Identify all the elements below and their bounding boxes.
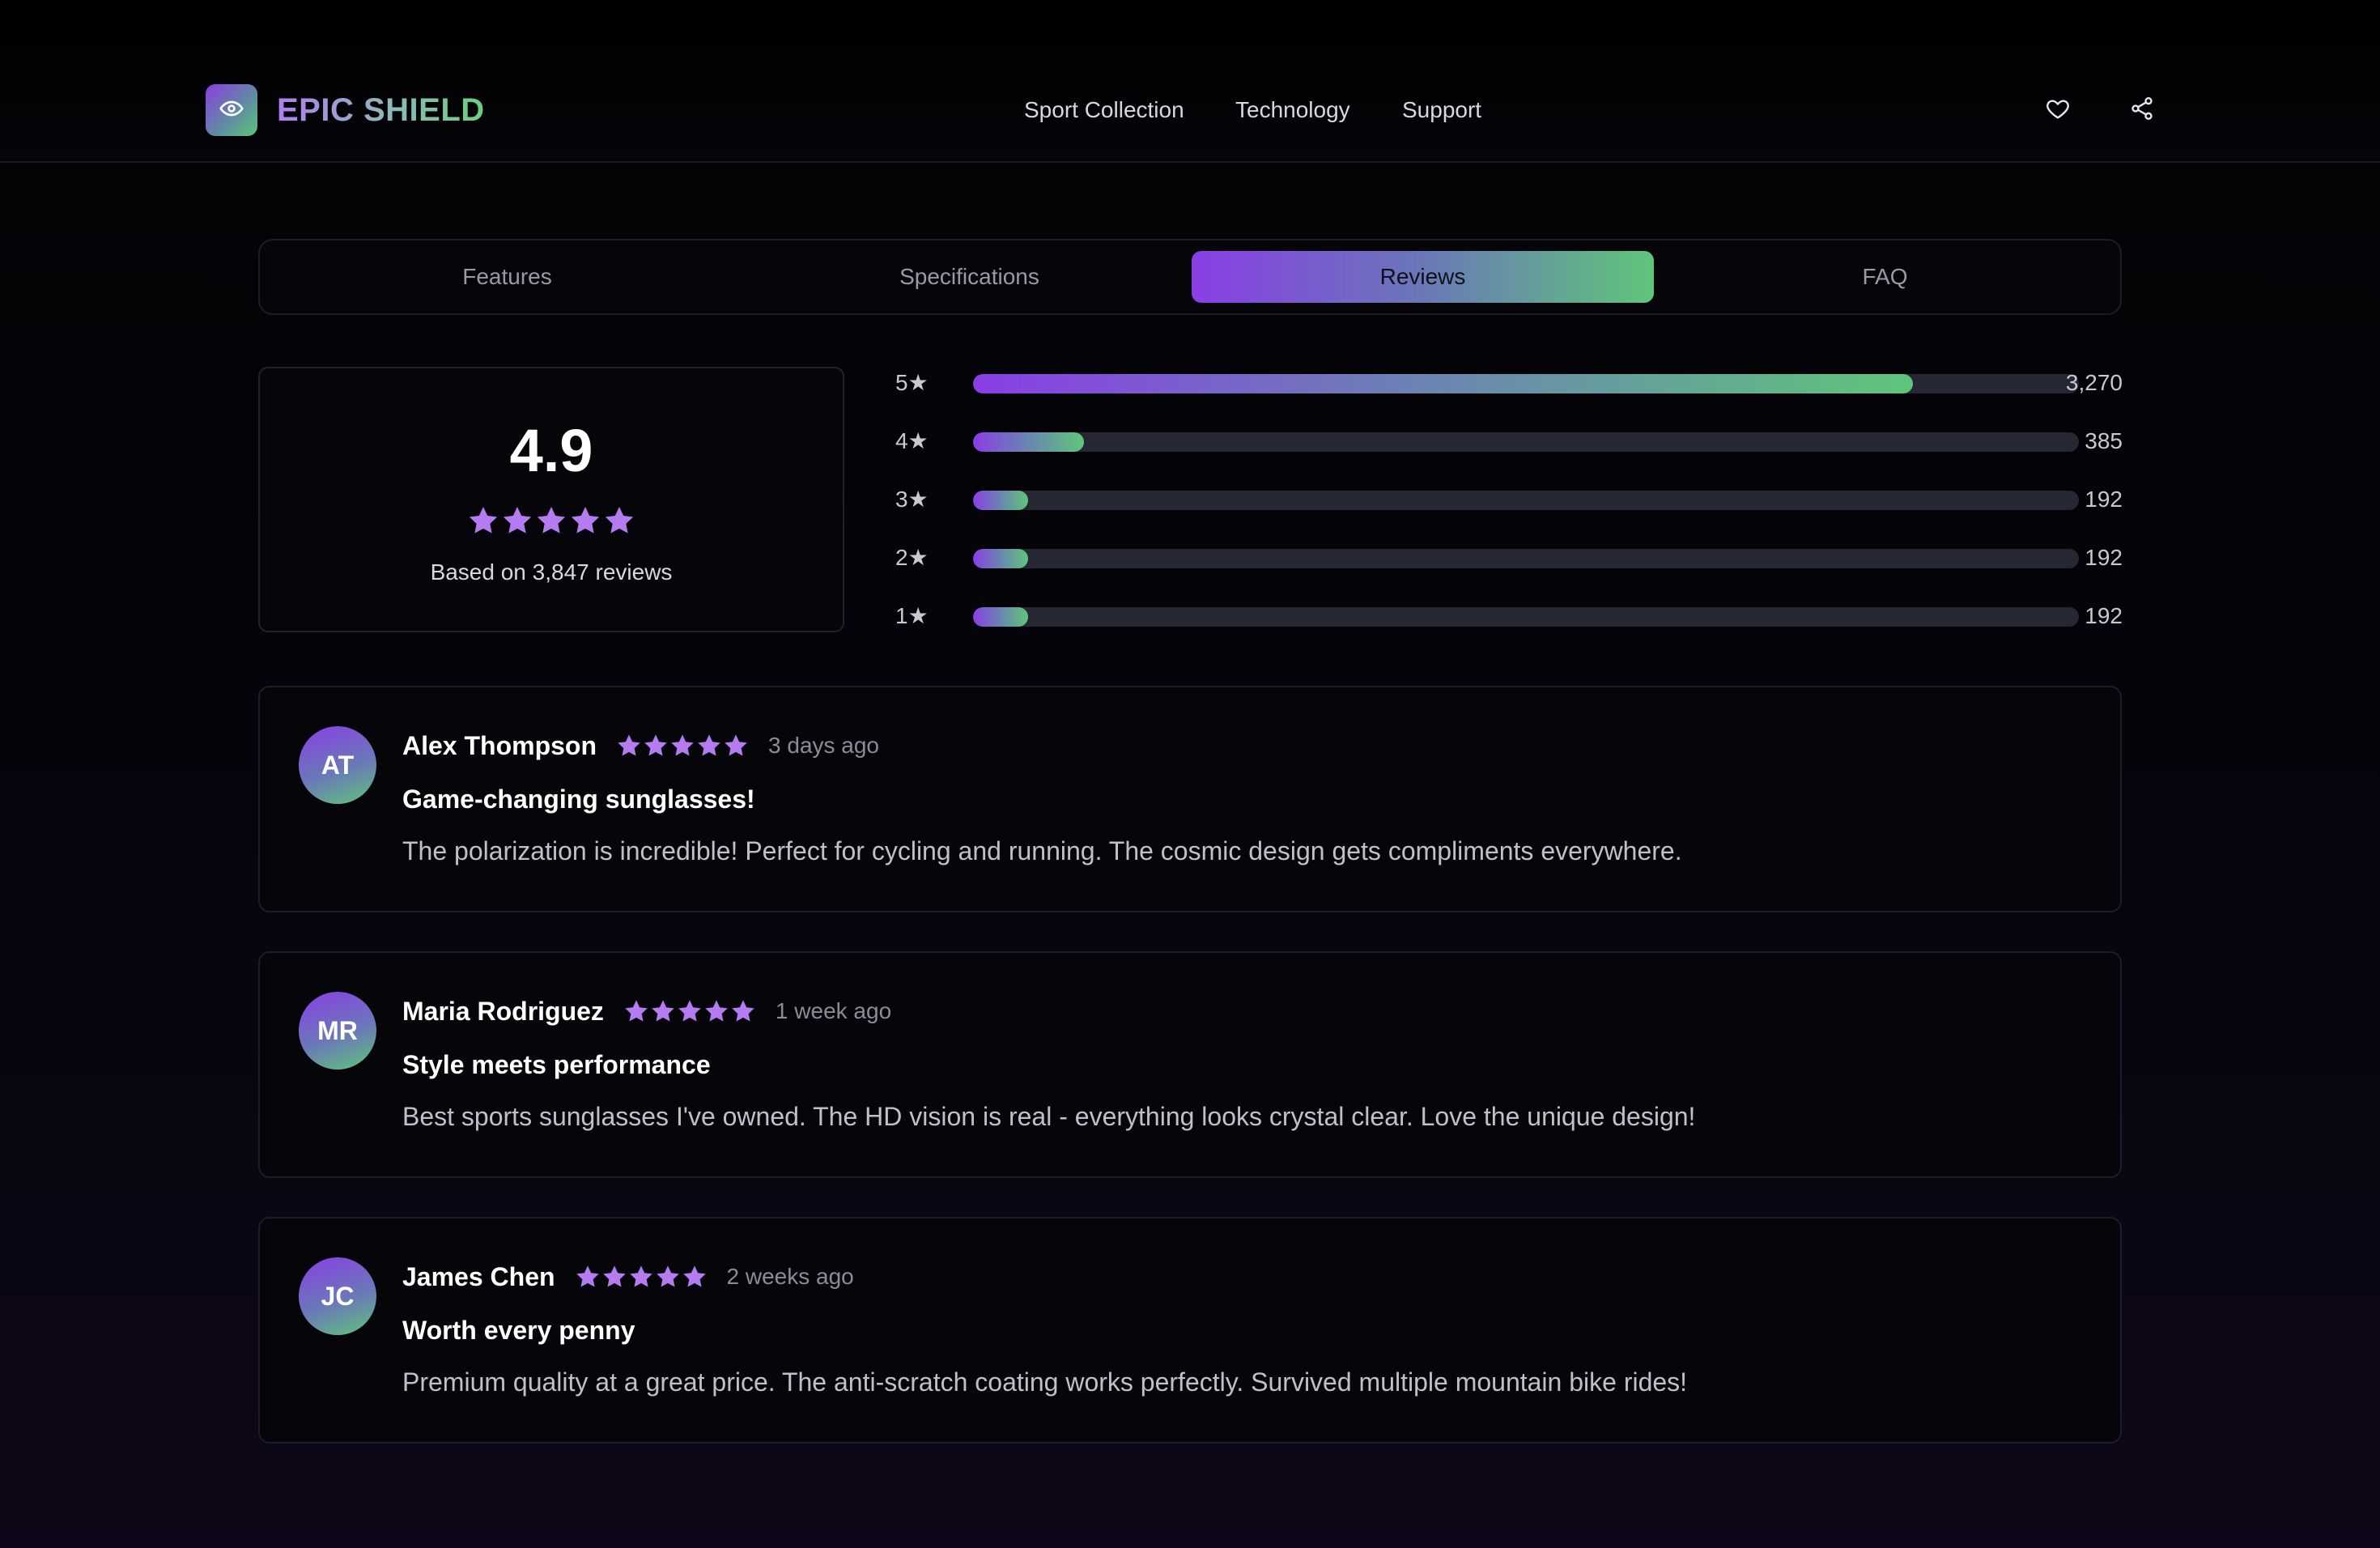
eye-icon (219, 96, 244, 125)
review-time: 2 weeks ago (726, 1264, 854, 1289)
bar-label: 3★ (895, 487, 929, 512)
rating-bar-2: 2★ 192 (895, 542, 2123, 574)
product-tabs: Features Specifications Reviews FAQ (258, 239, 2122, 315)
bar-count: 385 (2085, 428, 2123, 453)
reviewer-name: Alex Thompson (402, 730, 597, 760)
bar-fill (973, 374, 1914, 393)
star-icon (725, 734, 747, 756)
bar-label: 4★ (895, 428, 929, 453)
nav-support[interactable]: Support (1402, 96, 1481, 125)
review-time: 3 days ago (768, 733, 880, 758)
share-icon (2129, 96, 2155, 125)
bar-label: 5★ (895, 370, 929, 395)
bar-fill (973, 549, 1029, 568)
rating-bar-3: 3★ 192 (895, 483, 2123, 516)
review-count: Based on 3,847 reviews (430, 559, 673, 585)
star-icon (602, 1265, 626, 1287)
star-icon (576, 1265, 599, 1287)
rating-bar-5: 5★ 3,270 (895, 367, 2123, 399)
star-icon (605, 507, 634, 534)
star-icon (503, 507, 532, 534)
review-stars (623, 998, 756, 1024)
review-body: Premium quality at a great price. The an… (402, 1367, 1688, 1397)
bar-track (973, 549, 2079, 568)
avatar: MR (299, 992, 376, 1070)
star-icon (625, 1000, 648, 1022)
star-icon (469, 507, 498, 534)
bar-count: 192 (2085, 487, 2123, 512)
star-icon (705, 1000, 728, 1022)
reviewer-name: James Chen (402, 1261, 555, 1291)
rating-summary: 4.9 Based on 3,847 reviews (258, 367, 844, 632)
review-time: 1 week ago (775, 998, 892, 1023)
review-body: The polarization is incredible! Perfect … (402, 836, 1682, 865)
avatar: AT (299, 726, 376, 804)
star-icon (698, 734, 720, 756)
review-stars (575, 1264, 708, 1290)
review-card: JC James Chen 2 weeks ago Worth every pe… (258, 1217, 2122, 1444)
bar-track (973, 432, 2079, 452)
review-card: MR Maria Rodriguez 1 week ago Style meet… (258, 951, 2122, 1178)
rating-bar-1: 1★ 192 (895, 600, 2123, 632)
nav-sport-collection[interactable]: Sport Collection (1024, 96, 1184, 125)
star-icon (644, 734, 667, 756)
star-icon (682, 1265, 706, 1287)
average-rating: 4.9 (509, 417, 593, 484)
share-button[interactable] (2127, 95, 2157, 125)
wishlist-button[interactable] (2042, 95, 2073, 125)
reviewer-name: Maria Rodriguez (402, 996, 604, 1026)
review-title: Worth every penny (402, 1316, 635, 1345)
tab-faq[interactable]: FAQ (1654, 251, 2116, 303)
review-header: Maria Rodriguez 1 week ago (402, 995, 891, 1027)
site-header: EPIC SHIELD Sport Collection Technology … (0, 0, 2380, 163)
bar-count: 192 (2085, 545, 2123, 570)
star-icon (678, 1000, 701, 1022)
brand-name[interactable]: EPIC SHIELD (277, 89, 485, 131)
bar-label: 2★ (895, 545, 929, 570)
tab-reviews[interactable]: Reviews (1192, 251, 1654, 303)
review-header: Alex Thompson 3 days ago (402, 729, 879, 762)
review-body: Best sports sunglasses I've owned. The H… (402, 1102, 1696, 1131)
star-icon (629, 1265, 652, 1287)
rating-bar-4: 4★ 385 (895, 425, 2123, 457)
average-stars (260, 504, 843, 537)
star-icon (618, 734, 640, 756)
review-title: Style meets performance (402, 1050, 711, 1079)
star-icon (671, 734, 694, 756)
bar-count: 3,270 (2065, 370, 2123, 395)
bar-fill (973, 491, 1029, 510)
star-icon (732, 1000, 754, 1022)
bar-fill (973, 607, 1029, 627)
tab-features[interactable]: Features (276, 251, 738, 303)
bar-track (973, 607, 2079, 627)
star-icon (571, 507, 600, 534)
star-icon (537, 507, 566, 534)
bar-count: 192 (2085, 603, 2123, 628)
review-card: AT Alex Thompson 3 days ago Game-changin… (258, 686, 2122, 912)
star-icon (652, 1000, 674, 1022)
review-title: Game-changing sunglasses! (402, 785, 755, 814)
bar-fill (973, 432, 1084, 452)
review-stars (616, 733, 749, 759)
logo[interactable] (206, 84, 257, 136)
heart-icon (2045, 96, 2071, 125)
bar-label: 1★ (895, 603, 929, 628)
avatar: JC (299, 1257, 376, 1335)
review-header: James Chen 2 weeks ago (402, 1261, 854, 1293)
star-icon (656, 1265, 679, 1287)
tab-specifications[interactable]: Specifications (738, 251, 1201, 303)
bar-track (973, 491, 2079, 510)
bar-track (973, 374, 2079, 393)
nav-technology[interactable]: Technology (1235, 96, 1350, 125)
